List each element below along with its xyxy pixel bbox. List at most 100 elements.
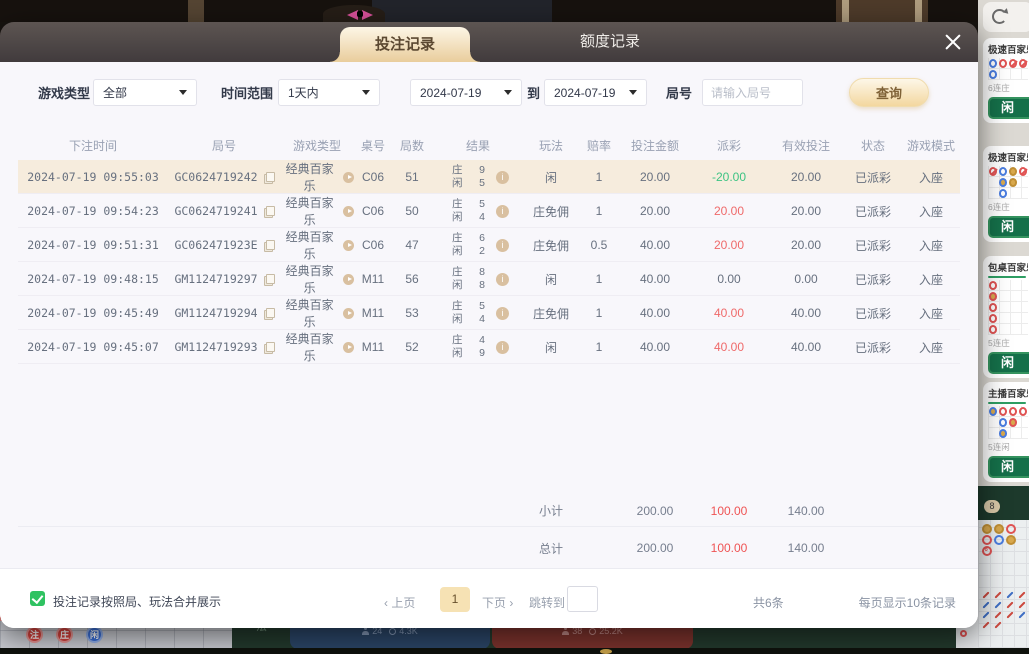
red-road-slash bbox=[1006, 611, 1013, 618]
play-icon[interactable] bbox=[343, 308, 354, 319]
game-mode-cell: 入座 bbox=[902, 169, 960, 186]
bet-time-cell: 2024-07-19 09:45:07 bbox=[18, 340, 168, 354]
col-header: 派彩 bbox=[690, 137, 768, 154]
copy-icon[interactable] bbox=[264, 240, 274, 251]
tab-quota-records[interactable]: 额度记录 bbox=[545, 22, 675, 62]
valid-bet-cell: 40.00 bbox=[768, 306, 844, 320]
play-icon[interactable] bbox=[343, 274, 354, 285]
col-header: 局号 bbox=[168, 137, 280, 154]
red-slash-bead bbox=[1019, 59, 1027, 68]
round-id: GC0624719241 bbox=[174, 204, 257, 218]
marker-chip[interactable]: 注 bbox=[26, 626, 43, 643]
col-header: 下注时间 bbox=[18, 137, 168, 154]
copy-icon[interactable] bbox=[264, 172, 274, 183]
date-from-select[interactable]: 2024-07-19 bbox=[410, 79, 522, 106]
blue-gold-bead bbox=[999, 178, 1007, 187]
copy-icon[interactable] bbox=[264, 274, 274, 285]
info-icon[interactable] bbox=[496, 273, 509, 286]
status-cell: 已派彩 bbox=[844, 169, 902, 186]
red-bead bbox=[999, 407, 1007, 416]
game-mode-cell: 入座 bbox=[902, 305, 960, 322]
col-header: 游戏类型 bbox=[280, 137, 354, 154]
round-id: GC062471923E bbox=[174, 238, 257, 252]
col-header: 游戏模式 bbox=[902, 137, 960, 154]
col-header: 局数 bbox=[392, 137, 432, 154]
merge-checkbox[interactable] bbox=[30, 591, 45, 606]
blue-bead bbox=[999, 189, 1007, 198]
lobby-table-card[interactable]: 极速百家乐 6连庄 闲 bbox=[983, 146, 1029, 242]
player-bet-button[interactable]: 闲 bbox=[988, 352, 1029, 374]
game-type-select[interactable]: 全部 bbox=[93, 79, 197, 106]
info-icon[interactable] bbox=[496, 171, 509, 184]
round-id-cell: GM1124719297 bbox=[168, 272, 280, 286]
round-count-cell: 47 bbox=[392, 238, 432, 252]
play-icon[interactable] bbox=[343, 342, 354, 353]
lobby-table-card[interactable]: 包桌百家乐 5连庄 闲 bbox=[983, 256, 1029, 378]
table-felt-strip: 8 bbox=[978, 486, 1029, 520]
play-type-cell: 庄免佣 bbox=[524, 305, 578, 322]
table-no-cell: M11 bbox=[354, 340, 392, 354]
tab-betting-records[interactable]: 投注记录 bbox=[340, 27, 470, 62]
red-bead bbox=[989, 314, 997, 323]
query-button[interactable]: 查询 bbox=[849, 78, 929, 107]
bet-amount-cell: 40.00 bbox=[620, 306, 690, 320]
coin-icon bbox=[589, 628, 596, 635]
play-icon[interactable] bbox=[343, 206, 354, 217]
time-range-select[interactable]: 1天内 bbox=[278, 79, 380, 106]
marker-chip[interactable]: 闲 bbox=[86, 626, 103, 643]
current-page-button[interactable]: 1 bbox=[440, 587, 470, 612]
play-icon[interactable] bbox=[343, 172, 354, 183]
copy-icon[interactable] bbox=[264, 342, 274, 353]
refresh-button[interactable] bbox=[983, 2, 1029, 32]
info-icon[interactable] bbox=[496, 239, 509, 252]
blue-bead bbox=[989, 59, 997, 68]
game-type-value: 全部 bbox=[103, 84, 127, 101]
red-bead bbox=[989, 325, 997, 334]
copy-icon[interactable] bbox=[264, 206, 274, 217]
odds-cell: 0.5 bbox=[578, 238, 620, 252]
gold-bead bbox=[1006, 535, 1016, 545]
prev-page-button[interactable]: ‹ 上页 bbox=[384, 594, 415, 611]
blue-bead bbox=[999, 418, 1007, 427]
pink-bow-icon bbox=[347, 8, 373, 20]
close-icon[interactable] bbox=[940, 29, 966, 55]
copy-icon[interactable] bbox=[264, 308, 274, 319]
game-type-cell: 经典百家乐 bbox=[280, 160, 354, 194]
round-id: GM1124719293 bbox=[174, 340, 257, 354]
marker-chip[interactable]: 庄 bbox=[56, 626, 73, 643]
page-size-label: 每页显示10条记录 bbox=[859, 594, 956, 611]
lobby-table-card[interactable]: 极速百家乐 6连庄 闲 bbox=[983, 38, 1029, 123]
round-id-cell: GC0624719241 bbox=[168, 204, 280, 218]
result-scores: 庄4 闲9 bbox=[452, 334, 485, 360]
odds-cell: 1 bbox=[578, 204, 620, 218]
odds-cell: 1 bbox=[578, 170, 620, 184]
round-id: GM1124719297 bbox=[174, 272, 257, 286]
play-type-cell: 庄免佣 bbox=[524, 237, 578, 254]
round-id: GM1124719294 bbox=[174, 306, 257, 320]
info-icon[interactable] bbox=[496, 307, 509, 320]
info-icon[interactable] bbox=[496, 341, 509, 354]
streak-label: 6连庄 bbox=[988, 201, 1029, 213]
jump-to-input[interactable] bbox=[567, 586, 598, 612]
status-cell: 已派彩 bbox=[844, 339, 902, 356]
red-bead bbox=[982, 535, 992, 545]
valid-bet-cell: 20.00 bbox=[768, 204, 844, 218]
next-page-button[interactable]: 下页 › bbox=[482, 594, 513, 611]
date-to-value: 2024-07-19 bbox=[554, 86, 615, 100]
player-bet-button[interactable]: 闲 bbox=[988, 97, 1029, 119]
lobby-table-card[interactable]: 主播百家乐 5连闲 闲 bbox=[983, 382, 1029, 482]
round-number-input[interactable] bbox=[702, 79, 803, 106]
chevron-down-icon bbox=[629, 90, 637, 95]
player-bet-button[interactable]: 闲 bbox=[988, 216, 1029, 238]
game-type-cell: 经典百家乐 bbox=[280, 262, 354, 296]
player-bet-button[interactable]: 闲 bbox=[988, 456, 1029, 478]
gold-bead bbox=[982, 524, 992, 534]
blue-road-slash bbox=[1018, 611, 1025, 618]
red-bead bbox=[999, 59, 1007, 68]
table-row: 2024-07-19 09:48:15 GM1124719297 经典百家乐 M… bbox=[18, 262, 960, 296]
play-icon[interactable] bbox=[343, 240, 354, 251]
info-icon[interactable] bbox=[496, 205, 509, 218]
casino-background bbox=[0, 0, 978, 22]
game-type: 经典百家乐 bbox=[280, 296, 339, 330]
date-to-select[interactable]: 2024-07-19 bbox=[544, 79, 647, 106]
